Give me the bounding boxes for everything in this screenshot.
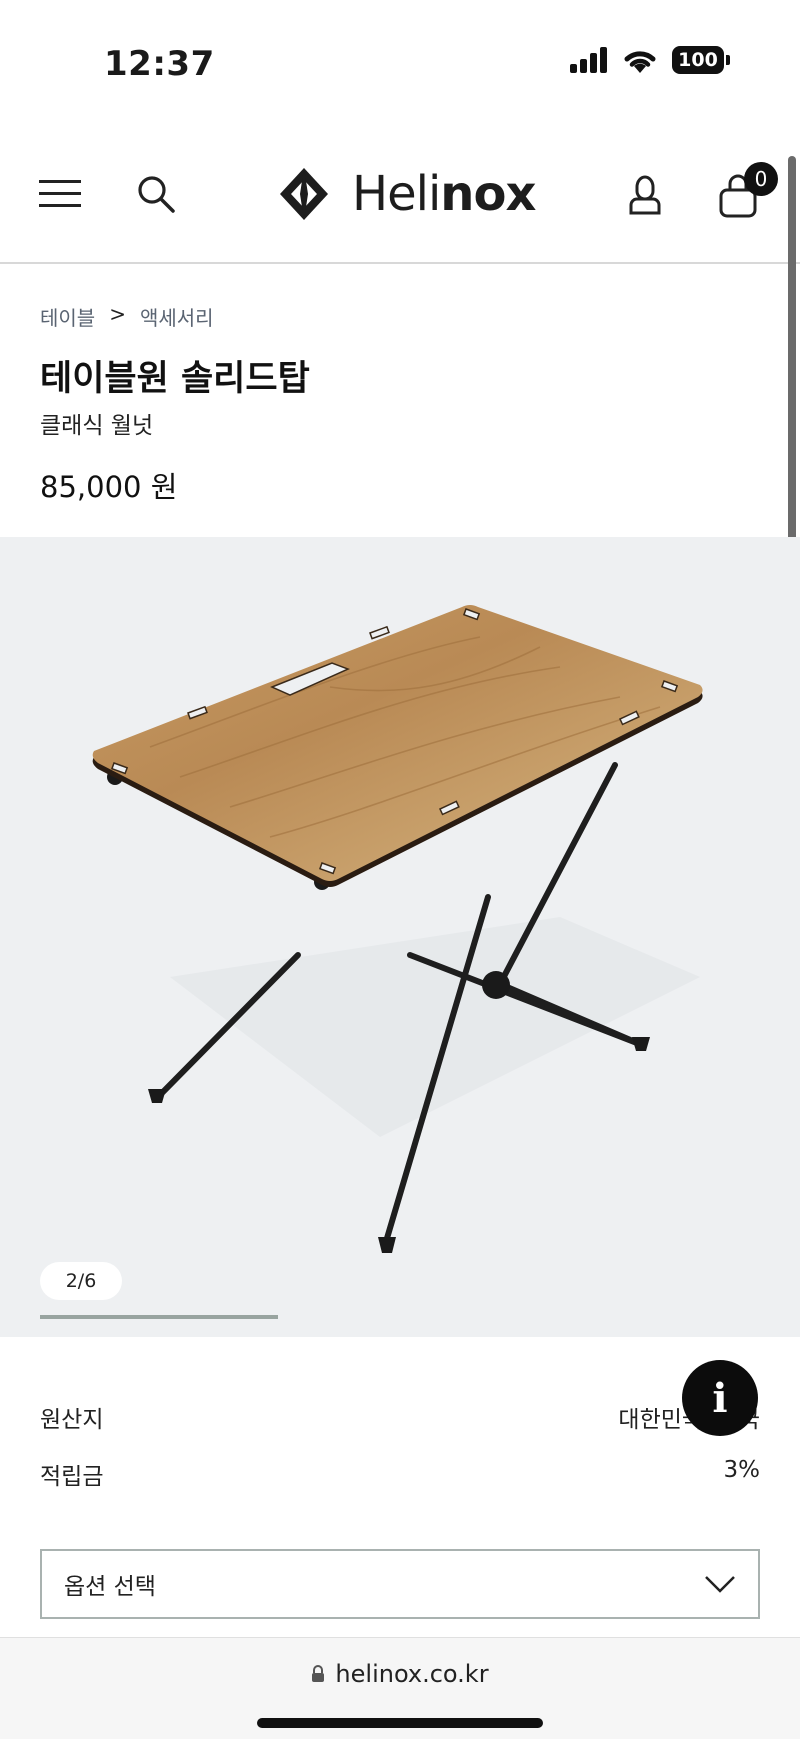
status-time: 12:37 (104, 44, 215, 84)
user-icon (629, 175, 661, 215)
cart-button[interactable]: 0 (718, 162, 778, 226)
status-bar: 12:37 100 (0, 0, 800, 120)
breadcrumb-item-table[interactable]: 테이블 (40, 302, 95, 331)
info-row-points: 적립금 3% (40, 1457, 760, 1491)
gallery-progress (40, 1315, 760, 1319)
browser-url-bar[interactable]: helinox.co.kr (0, 1637, 800, 1739)
image-counter: 2/6 (40, 1262, 122, 1300)
cart-count-badge: 0 (744, 162, 778, 196)
url-display[interactable]: helinox.co.kr (0, 1660, 800, 1688)
search-icon (138, 176, 175, 213)
breadcrumb-item-accessory[interactable]: 액세서리 (140, 302, 214, 331)
lock-icon (312, 1665, 325, 1682)
home-indicator[interactable] (257, 1718, 543, 1728)
menu-button[interactable] (36, 168, 84, 220)
product-price: 85,000 원 (40, 470, 178, 504)
helinox-logo[interactable]: Helinox (278, 164, 536, 224)
chevron-down-icon (705, 1576, 735, 1593)
search-button[interactable] (130, 168, 182, 220)
option-select-placeholder: 옵션 선택 (64, 1574, 156, 1600)
points-value: 3% (723, 1457, 761, 1483)
origin-label: 원산지 (40, 1407, 104, 1433)
wifi-icon (624, 51, 656, 73)
option-select[interactable]: 옵션 선택 (40, 1549, 760, 1619)
url-text: helinox.co.kr (335, 1660, 489, 1688)
brand-name: Helinox (352, 166, 536, 222)
battery-icon: 100 (672, 46, 730, 74)
helinox-diamond-icon (280, 168, 328, 220)
product-color: 클래식 월넛 (40, 413, 154, 439)
product-title: 테이블원 솔리드탑 (40, 359, 310, 399)
hamburger-icon (39, 180, 81, 207)
status-icons: 100 (570, 46, 730, 74)
breadcrumb: 테이블 > 액세서리 (40, 302, 214, 331)
breadcrumb-separator: > (109, 302, 126, 326)
battery-level: 100 (672, 46, 724, 74)
info-icon: i (712, 1374, 728, 1422)
product-image-gallery[interactable]: 2/6 (0, 537, 800, 1337)
signal-icon (570, 47, 607, 73)
points-label: 적립금 (40, 1464, 104, 1490)
info-row-origin: 원산지 대한민국, 중국 (40, 1400, 760, 1434)
account-button[interactable] (620, 166, 670, 222)
table-product-image (92, 605, 703, 1253)
info-floating-button[interactable]: i (682, 1360, 758, 1436)
gallery-progress-fill (40, 1315, 278, 1319)
site-header: Helinox 0 (0, 140, 800, 264)
